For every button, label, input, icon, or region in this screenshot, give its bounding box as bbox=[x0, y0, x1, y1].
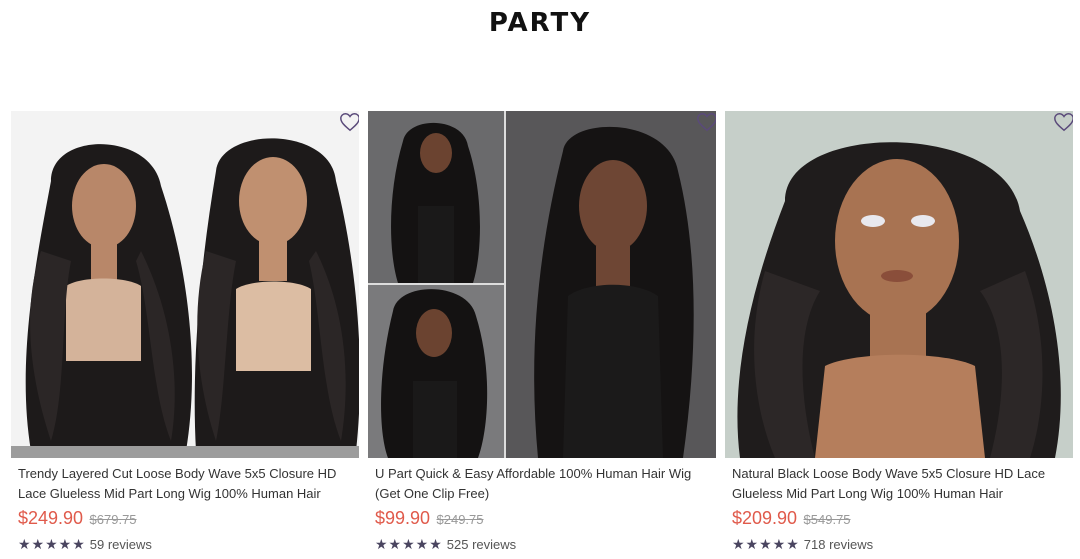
compare-price: $249.75 bbox=[436, 512, 484, 527]
star-rating-icon: ★★★★★ bbox=[18, 535, 86, 552]
review-count: 59 reviews bbox=[89, 536, 152, 552]
product-grid: Trendy Layered Cut Loose Body Wave 5x5 C… bbox=[11, 111, 1073, 559]
product-title[interactable]: Trendy Layered Cut Loose Body Wave 5x5 C… bbox=[18, 464, 358, 504]
compare-price: $549.75 bbox=[803, 512, 851, 527]
product-card[interactable]: Trendy Layered Cut Loose Body Wave 5x5 C… bbox=[11, 111, 359, 559]
product-title[interactable]: U Part Quick & Easy Affordable 100% Huma… bbox=[375, 464, 715, 504]
product-image[interactable] bbox=[368, 111, 716, 458]
product-rating[interactable]: ★★★★★ 59 reviews bbox=[18, 534, 152, 554]
product-rating[interactable]: ★★★★★ 525 reviews bbox=[375, 534, 516, 554]
product-rating[interactable]: ★★★★★ 718 reviews bbox=[732, 534, 873, 554]
wishlist-button[interactable] bbox=[696, 111, 716, 133]
sale-price: $99.90 bbox=[375, 508, 431, 528]
product-image[interactable] bbox=[11, 111, 359, 458]
section-title: PARTY bbox=[488, 8, 592, 38]
compare-price: $679.75 bbox=[89, 512, 137, 527]
sale-price: $249.90 bbox=[18, 508, 84, 528]
product-photo-model-collage bbox=[368, 111, 716, 458]
product-image[interactable] bbox=[725, 111, 1073, 458]
wishlist-button[interactable] bbox=[339, 111, 359, 133]
heart-outline-icon bbox=[697, 113, 716, 132]
review-count: 718 reviews bbox=[803, 536, 874, 552]
star-rating-icon: ★★★★★ bbox=[732, 535, 800, 552]
heart-outline-icon bbox=[1054, 113, 1073, 132]
sale-price: $209.90 bbox=[732, 508, 798, 528]
star-rating-icon: ★★★★★ bbox=[375, 535, 443, 552]
product-photo-two-mannequins bbox=[11, 111, 359, 458]
product-prices: $209.90 $549.75 bbox=[732, 508, 851, 532]
review-count: 525 reviews bbox=[446, 536, 517, 552]
product-prices: $249.90 $679.75 bbox=[18, 508, 137, 532]
heart-outline-icon bbox=[340, 113, 359, 132]
product-photo-mannequin-closeup bbox=[725, 111, 1073, 458]
product-card[interactable]: U Part Quick & Easy Affordable 100% Huma… bbox=[368, 111, 716, 559]
product-card[interactable]: Natural Black Loose Body Wave 5x5 Closur… bbox=[725, 111, 1073, 559]
wishlist-button[interactable] bbox=[1053, 111, 1073, 133]
product-title[interactable]: Natural Black Loose Body Wave 5x5 Closur… bbox=[732, 464, 1072, 504]
product-prices: $99.90 $249.75 bbox=[375, 508, 484, 532]
